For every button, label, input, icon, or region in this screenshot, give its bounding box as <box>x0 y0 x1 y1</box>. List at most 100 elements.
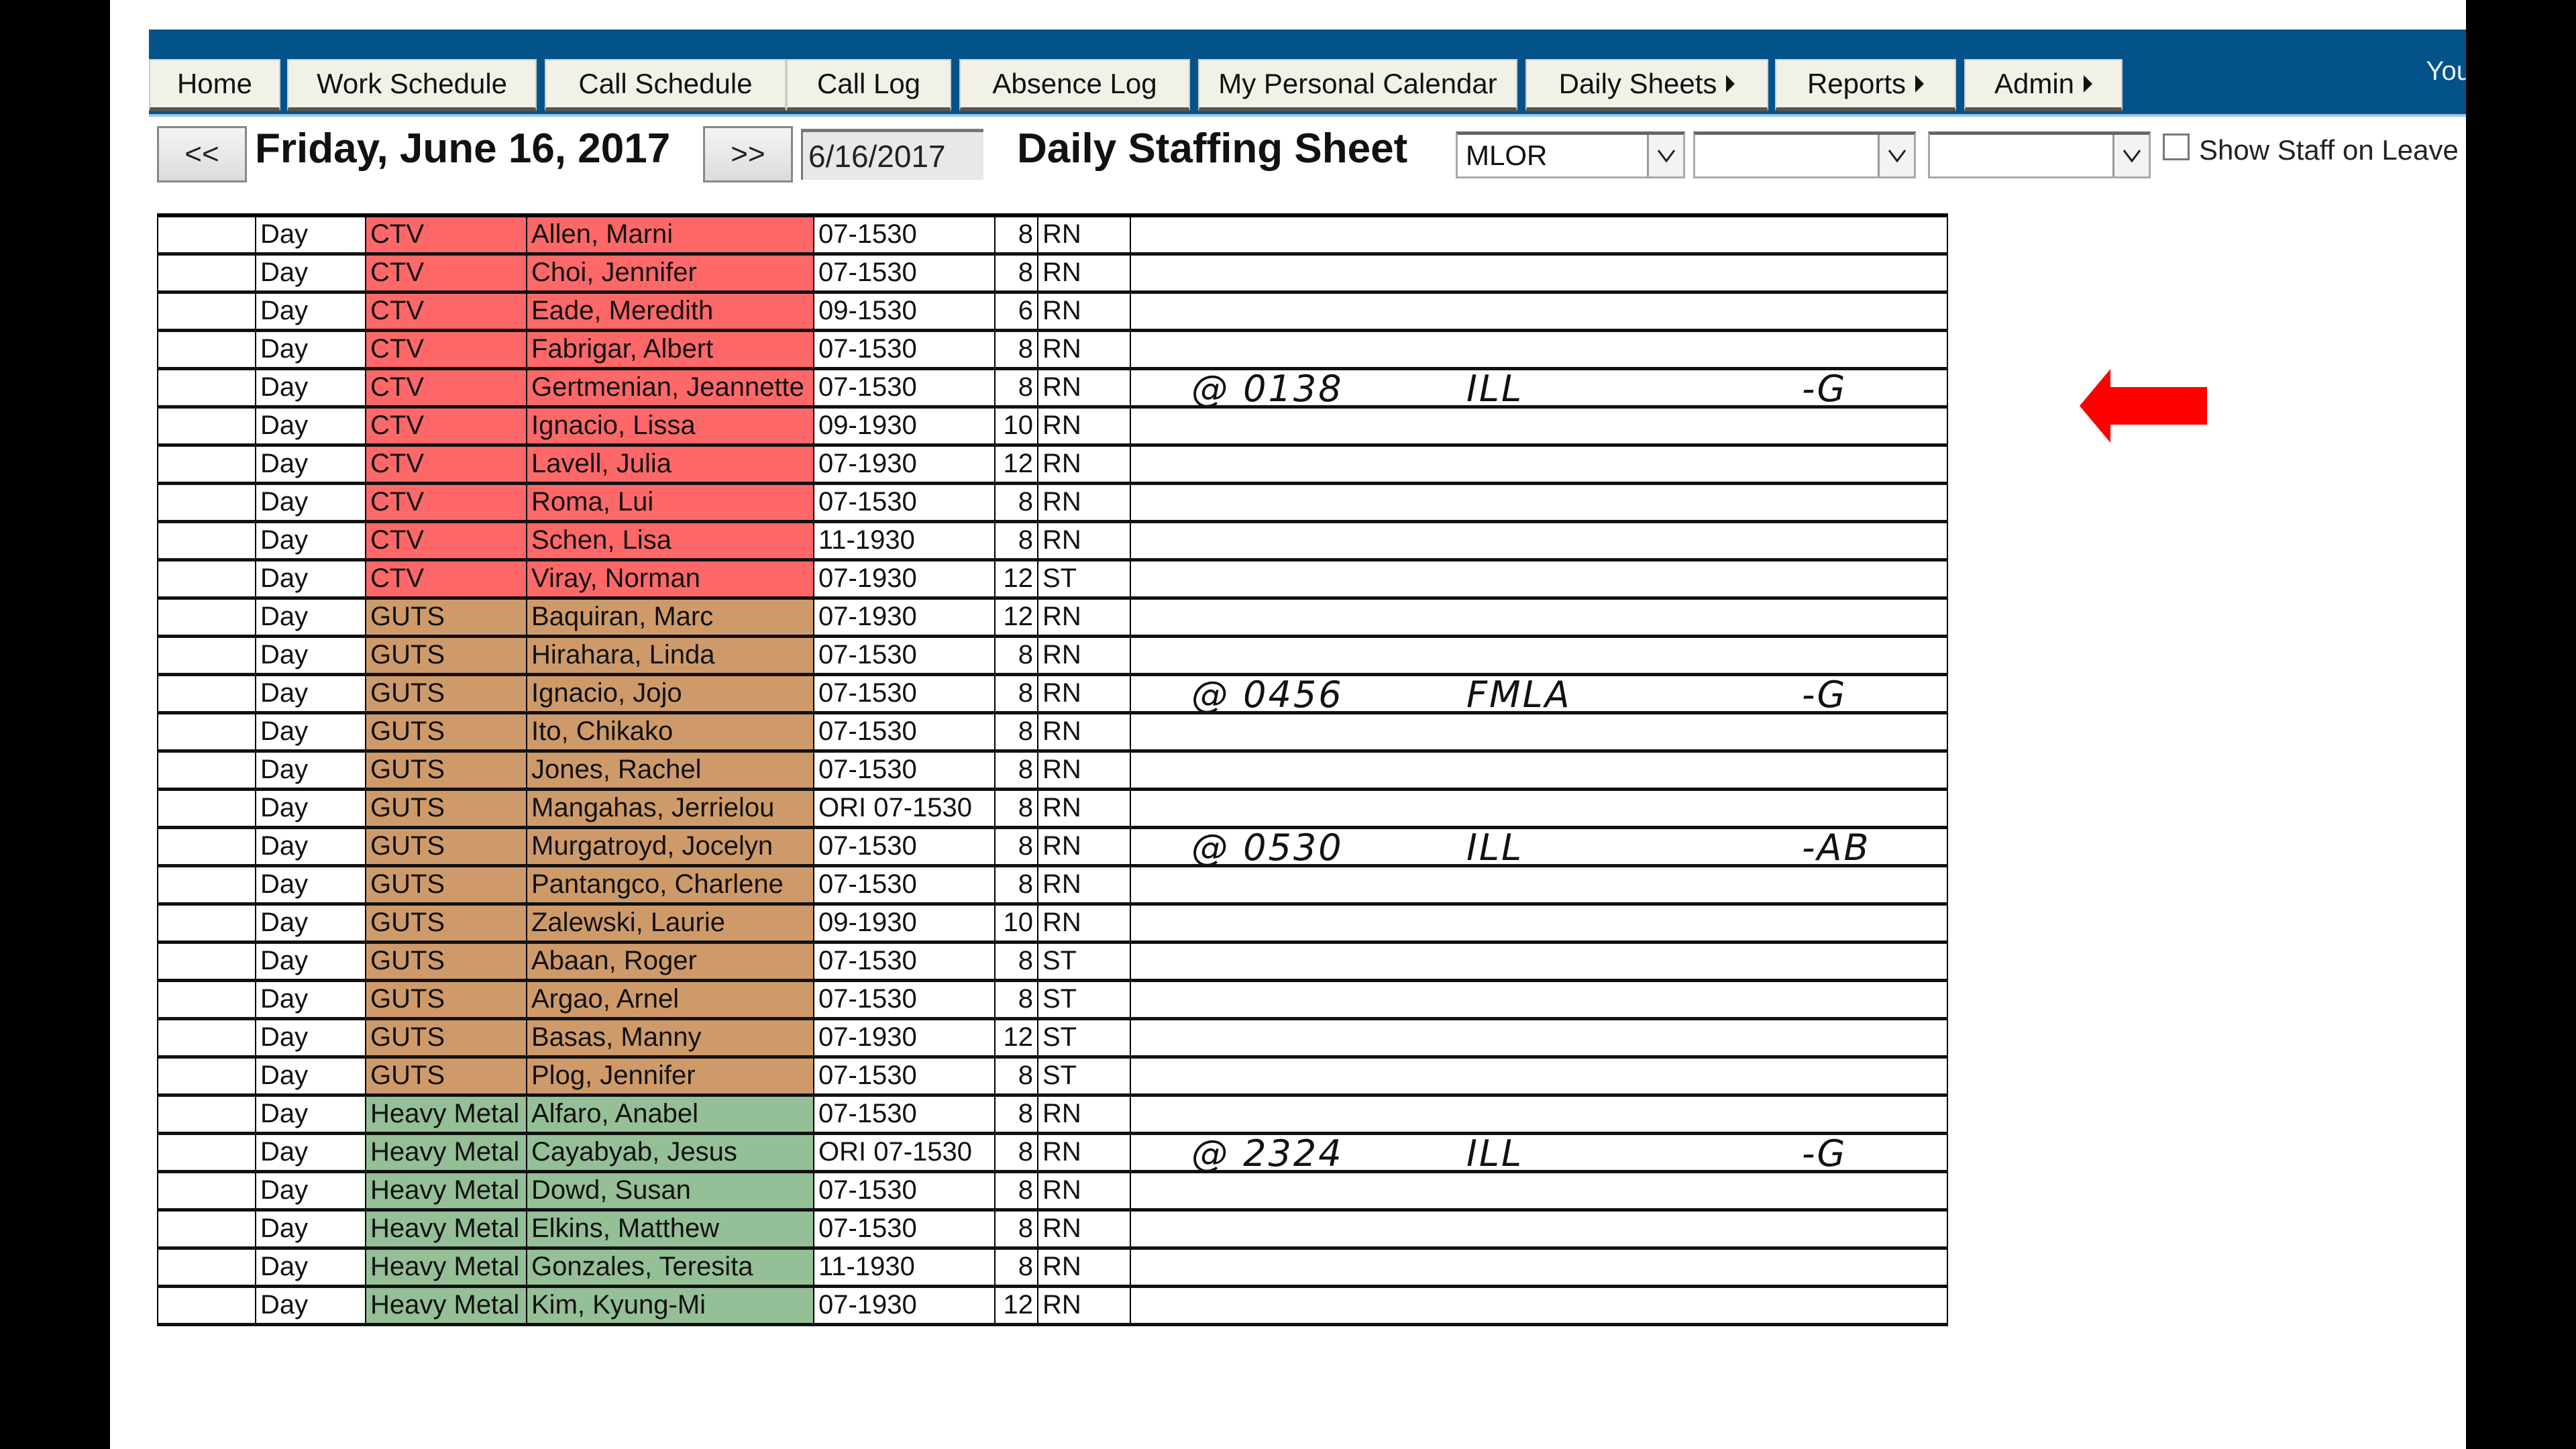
notes-cell[interactable]: @ 0138 ILL -G <box>1130 368 1948 410</box>
unit-select[interactable]: MLOR <box>1456 131 1685 178</box>
shift-cell: Day <box>255 1285 366 1326</box>
shift-cell: Day <box>255 903 366 944</box>
hours-cell: 12 <box>994 559 1038 600</box>
staff-row[interactable]: Day GUTS Baquiran, Marc 07-1930 12 RN <box>157 597 1948 638</box>
notes-cell[interactable]: @ 2324 ILL -G <box>1130 1132 1948 1175</box>
notes-cell[interactable] <box>1130 1018 1948 1059</box>
nav-admin-button[interactable]: Admin <box>1964 59 2123 111</box>
staff-row[interactable]: Day GUTS Argao, Arnel 07-1530 8 ST <box>157 979 1948 1020</box>
notes-cell[interactable] <box>1130 788 1948 829</box>
notes-cell[interactable] <box>1130 1285 1948 1326</box>
shift-cell: Day <box>255 1209 366 1250</box>
team-cell: GUTS <box>365 597 527 638</box>
date-input[interactable] <box>801 129 983 180</box>
staff-row[interactable]: Day CTV Gertmenian, Jeannette 07-1530 8 RN @ 0… <box>157 368 1948 410</box>
notes-cell[interactable] <box>1130 903 1948 944</box>
nav-call-log-button[interactable]: Call Log <box>786 59 951 111</box>
staff-row[interactable]: Day GUTS Pantangco, Charlene 07-1530 8 RN <box>157 865 1948 906</box>
team-cell: GUTS <box>365 635 527 676</box>
hours-cell: 8 <box>994 1056 1038 1097</box>
notes-cell[interactable] <box>1130 1171 1948 1212</box>
staff-row[interactable]: Day GUTS Ignacio, Jojo 07-1530 8 RN @ 0456 FMLA… <box>157 674 1948 716</box>
staff-row[interactable]: Day CTV Viray, Norman 07-1930 12 ST <box>157 559 1948 600</box>
team-cell: CTV <box>365 482 527 523</box>
staff-row[interactable]: Day Heavy Metal Alfaro, Anabel 07-1530 8 RN <box>157 1094 1948 1135</box>
shift-cell: Day <box>255 482 366 523</box>
staff-row[interactable]: Day Heavy Metal Cayabyab, Jesus ORI 07-1530… <box>157 1132 1948 1175</box>
staff-row[interactable]: Day GUTS Plog, Jennifer 07-1530 8 ST <box>157 1056 1948 1097</box>
notes-cell[interactable] <box>1130 482 1948 523</box>
filter-select-3[interactable] <box>1928 131 2151 178</box>
team-cell: Heavy Metal <box>365 1094 527 1135</box>
staff-row[interactable]: Day Heavy Metal Gonzales, Teresita 11-1930 8… <box>157 1247 1948 1288</box>
nav-home-button[interactable]: Home <box>149 59 280 111</box>
notes-cell[interactable] <box>1130 635 1948 676</box>
notes-cell[interactable] <box>1130 979 1948 1020</box>
staff-row[interactable]: Day GUTS Abaan, Roger 07-1530 8 ST <box>157 941 1948 982</box>
staff-row[interactable]: Day GUTS Hirahara, Linda 07-1530 8 RN <box>157 635 1948 676</box>
staff-row[interactable]: Day CTV Ignacio, Lissa 09-1930 10 RN <box>157 406 1948 447</box>
staff-row[interactable]: Day GUTS Murgatroyd, Jocelyn 07-1530 8 RN @ 05… <box>157 826 1948 869</box>
staff-row[interactable]: Day Heavy Metal Kim, Kyung-Mi 07-1930 12 RN <box>157 1285 1948 1326</box>
hours-cell: 8 <box>994 521 1038 561</box>
staff-row[interactable]: Day GUTS Basas, Manny 07-1930 12 ST <box>157 1018 1948 1059</box>
staff-row[interactable]: Day CTV Fabrigar, Albert 07-1530 8 RN <box>157 329 1948 370</box>
notes-cell[interactable] <box>1130 329 1948 370</box>
nav-absence-log-button[interactable]: Absence Log <box>959 59 1190 111</box>
notes-cell[interactable] <box>1130 941 1948 982</box>
nav-daily-sheets-button[interactable]: Daily Sheets <box>1525 59 1768 111</box>
notes-cell[interactable] <box>1130 1056 1948 1097</box>
notes-cell[interactable]: @ 0456 FMLA -G <box>1130 674 1948 716</box>
notes-cell[interactable] <box>1130 750 1948 791</box>
staff-row[interactable]: Day GUTS Zalewski, Laurie 09-1930 10 RN <box>157 903 1948 944</box>
notes-cell[interactable] <box>1130 253 1948 294</box>
role-cell: RN <box>1037 368 1131 409</box>
role-cell: RN <box>1037 1247 1131 1288</box>
notes-cell[interactable] <box>1130 215 1948 256</box>
notes-cell[interactable]: @ 0530 ILL -AB <box>1130 826 1948 869</box>
shift-time-cell: 07-1530 <box>813 329 996 370</box>
notes-cell[interactable] <box>1130 559 1948 600</box>
notes-cell[interactable] <box>1130 444 1948 485</box>
row-select-cell <box>157 750 256 791</box>
nav-my-personal-calendar-button[interactable]: My Personal Calendar <box>1198 59 1517 111</box>
staff-row[interactable]: Day GUTS Jones, Rachel 07-1530 8 RN <box>157 750 1948 791</box>
notes-cell[interactable] <box>1130 1247 1948 1288</box>
nav-call-schedule-button[interactable]: Call Schedule <box>545 59 786 111</box>
staff-row[interactable]: Day Heavy Metal Dowd, Susan 07-1530 8 RN <box>157 1171 1948 1212</box>
show-staff-on-leave-checkbox[interactable] <box>2163 133 2190 160</box>
show-staff-on-leave-toggle[interactable]: Show Staff on Leave <box>2163 133 2459 166</box>
notes-cell[interactable] <box>1130 597 1948 638</box>
shift-time-cell: 07-1530 <box>813 253 996 294</box>
staff-row[interactable]: Day CTV Allen, Marni 07-1530 8 RN <box>157 215 1948 256</box>
row-select-cell <box>157 865 256 906</box>
row-select-cell <box>157 788 256 829</box>
notes-cell[interactable] <box>1130 712 1948 753</box>
staff-row[interactable]: Day CTV Schen, Lisa 11-1930 8 RN <box>157 521 1948 561</box>
shift-time-cell: 09-1930 <box>813 406 996 447</box>
next-day-button[interactable]: >> <box>703 126 793 182</box>
notes-cell[interactable] <box>1130 865 1948 906</box>
top-nav-bar: Home Work Schedule Call Schedule Call Log Ab… <box>149 30 2466 117</box>
staff-row[interactable]: Day CTV Lavell, Julia 07-1930 12 RN <box>157 444 1948 485</box>
staff-row[interactable]: Day GUTS Ito, Chikako 07-1530 8 RN <box>157 712 1948 753</box>
staff-row[interactable]: Day CTV Choi, Jennifer 07-1530 8 RN <box>157 253 1948 294</box>
row-select-cell <box>157 521 256 561</box>
filter-select-2[interactable] <box>1693 131 1916 178</box>
notes-cell[interactable] <box>1130 406 1948 447</box>
notes-cell[interactable] <box>1130 1209 1948 1250</box>
hours-cell: 8 <box>994 635 1038 676</box>
notes-cell[interactable] <box>1130 291 1948 332</box>
previous-day-button[interactable]: << <box>157 126 247 182</box>
row-select-cell <box>157 712 256 753</box>
nav-work-schedule-button[interactable]: Work Schedule <box>287 59 537 111</box>
notes-cell[interactable] <box>1130 521 1948 561</box>
staff-row[interactable]: Day CTV Roma, Lui 07-1530 8 RN <box>157 482 1948 523</box>
staff-row[interactable]: Day GUTS Mangahas, Jerrielou ORI 07-1530 8 RN <box>157 788 1948 829</box>
row-select-cell <box>157 1209 256 1250</box>
staff-row[interactable]: Day CTV Eade, Meredith 09-1530 6 RN <box>157 291 1948 332</box>
notes-cell[interactable] <box>1130 1094 1948 1135</box>
nav-reports-button[interactable]: Reports <box>1775 59 1956 111</box>
staff-row[interactable]: Day Heavy Metal Elkins, Matthew 07-1530 8 RN <box>157 1209 1948 1250</box>
staff-name-cell: Viray, Norman <box>526 559 814 600</box>
